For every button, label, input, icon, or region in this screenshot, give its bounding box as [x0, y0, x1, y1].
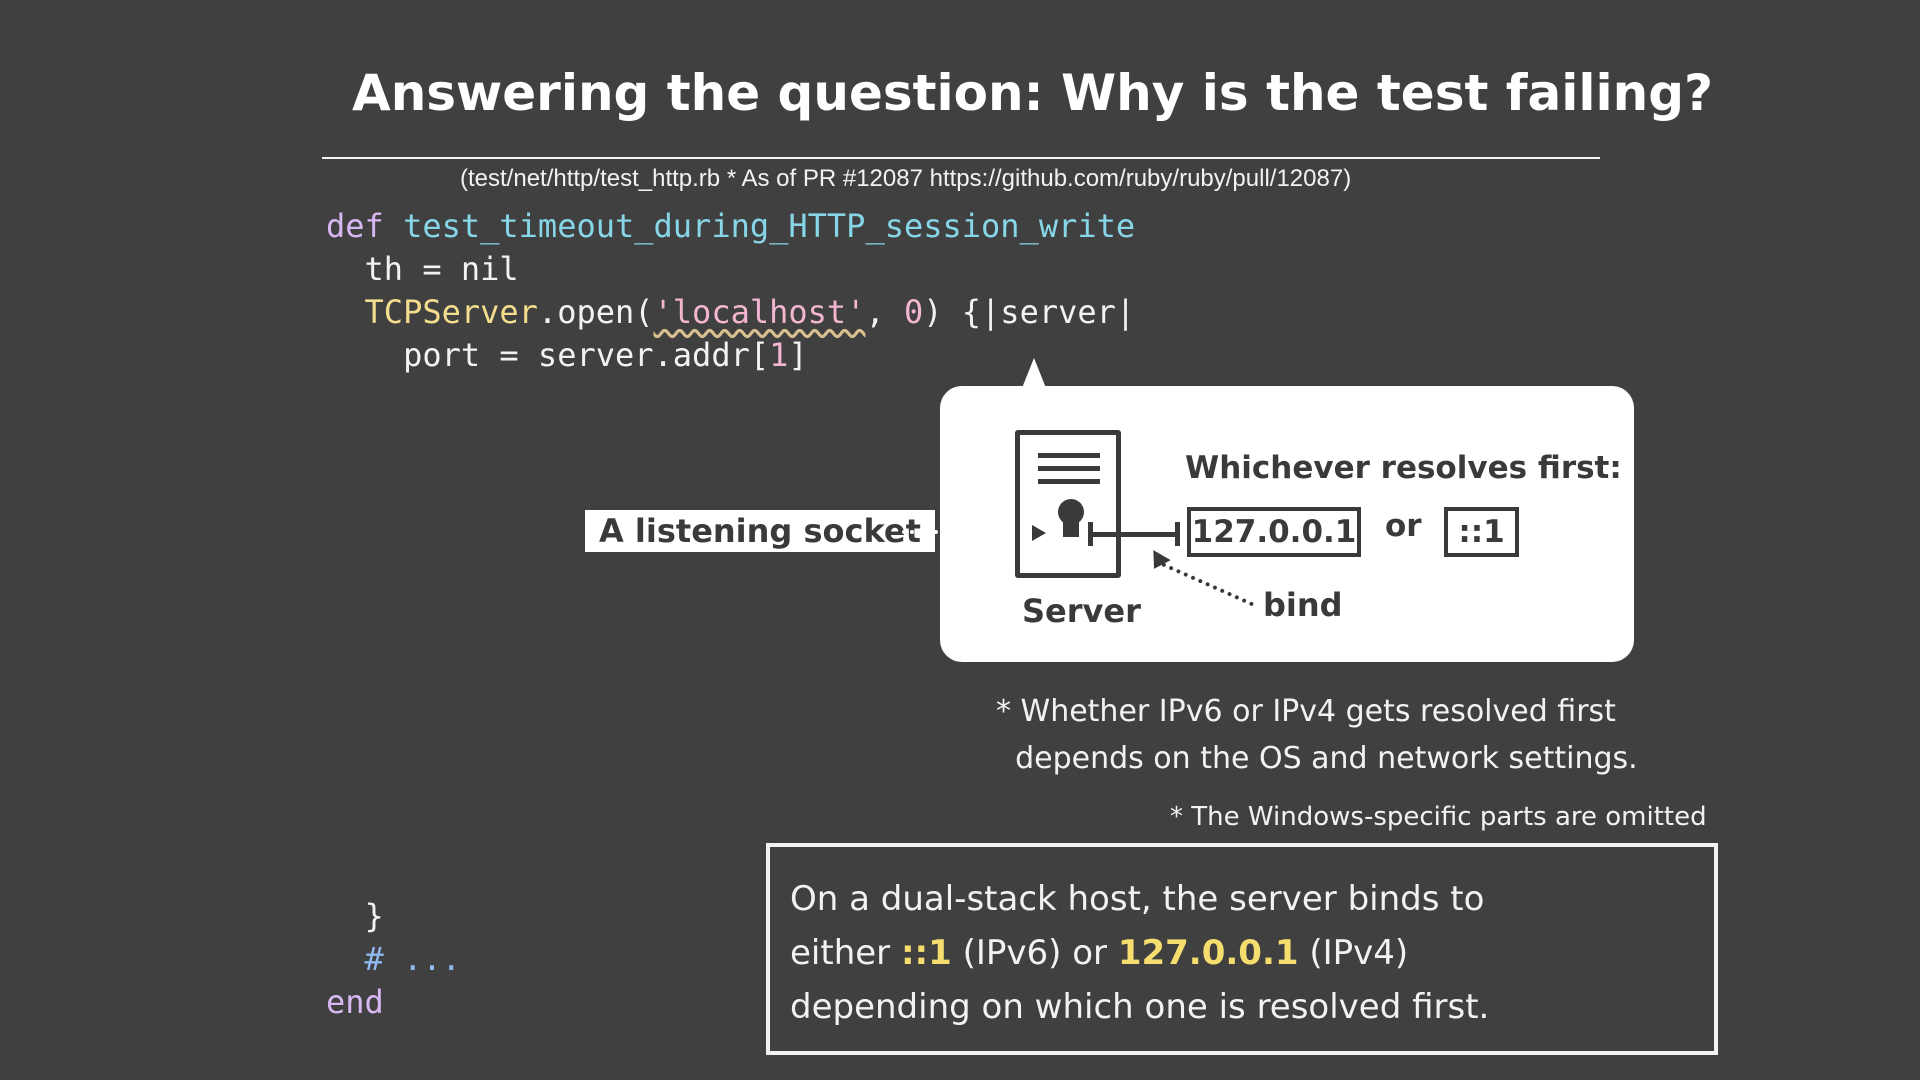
code-class-tcpserver: TCPServer: [364, 293, 538, 331]
code-line-1: def test_timeout_during_HTTP_session_wri…: [326, 205, 1135, 248]
ipv6-address-box: ::1: [1444, 507, 1519, 557]
ipv6-address: ::1: [1458, 514, 1505, 550]
bind-label: bind: [1263, 586, 1343, 624]
code-line-4: port = server.addr[1]: [326, 334, 808, 377]
code-line-2: th = nil: [326, 248, 519, 291]
play-arrow-icon: [1032, 525, 1046, 541]
code-end-line: end: [326, 981, 384, 1024]
resolve-order-note: * Whether IPv6 or IPv4 gets resolved fir…: [996, 694, 1638, 776]
resolve-heading: Whichever resolves first:: [1185, 450, 1622, 486]
summary-line-2: either ::1 (IPv6) or 127.0.0.1 (IPv4): [790, 926, 1489, 980]
source-note: (test/net/http/test_http.rb * As of PR #…: [460, 165, 1352, 192]
code-keyword-end: end: [326, 983, 384, 1021]
summary-ipv4: 127.0.0.1: [1117, 933, 1299, 973]
server-label: Server: [1022, 592, 1141, 630]
code-keyword-def: def: [326, 207, 384, 245]
callout-tail: [1022, 358, 1046, 388]
code-line-3: TCPServer.open('localhost', 0) {|server|: [326, 291, 1136, 334]
code-number-zero: 0: [903, 293, 924, 331]
server-icon: [1015, 430, 1121, 578]
code-separator: ,: [865, 293, 904, 331]
socket-connector: [1090, 532, 1178, 537]
connector-tick-left: [1088, 522, 1093, 546]
code-number-one: 1: [769, 336, 789, 374]
ipv4-address: 127.0.0.1: [1191, 514, 1357, 550]
code-block-open: ) {|server|: [923, 293, 1136, 331]
or-label: or: [1385, 508, 1422, 544]
code-port-assign: port = server.addr[: [403, 336, 770, 374]
code-bracket-close: ]: [788, 336, 808, 374]
listening-socket-pointer: [902, 530, 1010, 534]
code-comment-line: # ...: [326, 938, 461, 981]
code-th-assign: th = nil: [364, 250, 519, 288]
code-string-localhost: 'localhost': [653, 293, 866, 331]
summary-line-3: depending on which one is resolved first…: [790, 987, 1490, 1027]
code-brace: }: [364, 897, 384, 935]
slide-title: Answering the question: Why is the test …: [352, 64, 1714, 122]
listening-socket-label: A listening socket: [585, 510, 935, 552]
title-divider: [322, 157, 1600, 159]
summary-either: either: [790, 933, 901, 973]
code-comment: # ...: [364, 940, 461, 978]
code-method-name: test_timeout_during_HTTP_session_write: [403, 207, 1136, 245]
code-close-brace: }: [326, 895, 384, 938]
summary-ipv6-or: (IPv6) or: [951, 933, 1118, 973]
summary-line-1: On a dual-stack host, the server binds t…: [790, 879, 1485, 919]
ipv4-address-box: 127.0.0.1: [1187, 507, 1361, 557]
summary-text: On a dual-stack host, the server binds t…: [790, 872, 1489, 1034]
windows-omitted-note: * The Windows-specific parts are omitted: [1170, 802, 1707, 832]
code-open-call: .open(: [537, 293, 654, 331]
summary-ipv4-label: (IPv4): [1298, 933, 1409, 973]
summary-ipv6: ::1: [900, 933, 952, 973]
connector-tick-right: [1175, 522, 1180, 546]
